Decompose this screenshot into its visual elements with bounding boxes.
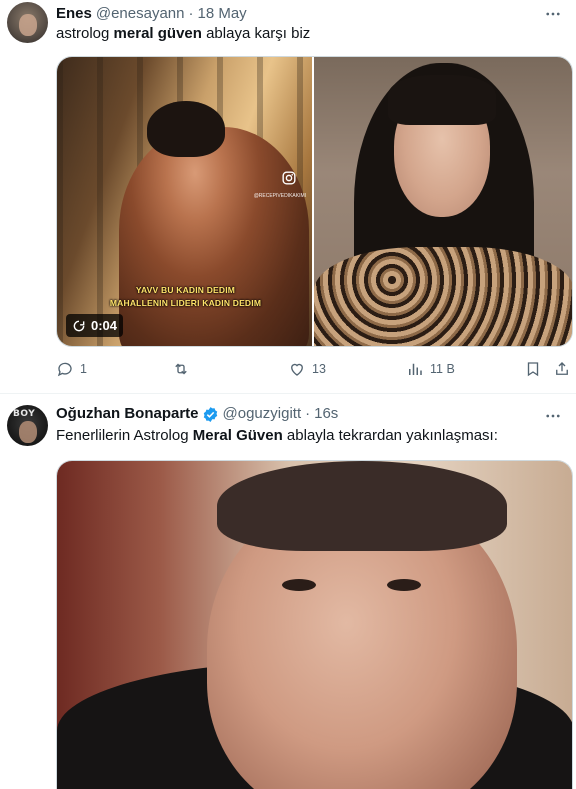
- person-hair: [147, 101, 225, 157]
- like-button[interactable]: 13: [288, 358, 326, 380]
- separator-dot: ·: [188, 5, 194, 22]
- avatar[interactable]: BOY: [7, 405, 48, 446]
- photo-woman[interactable]: [314, 57, 572, 346]
- tweet-text: astrolog meral güven ablaya karşı biz: [56, 24, 310, 44]
- more-horizontal-icon: [546, 12, 560, 16]
- share-icon: [556, 362, 568, 375]
- retweet-button[interactable]: [172, 358, 196, 380]
- timestamp[interactable]: 18 May: [197, 5, 246, 23]
- retweet-icon: [175, 363, 187, 375]
- views-chart-icon: [409, 363, 422, 375]
- person-figure: [119, 127, 309, 346]
- avatar-face: [19, 421, 37, 443]
- separator-dot: ·: [305, 405, 311, 422]
- woman-bangs: [388, 75, 497, 125]
- video-duration: 0:04: [91, 318, 118, 333]
- man-eye: [387, 579, 421, 591]
- like-count: 13: [312, 362, 326, 376]
- display-name[interactable]: Enes: [56, 5, 92, 23]
- tweet-text-part: astrolog: [56, 25, 114, 42]
- photo-man[interactable]: [57, 461, 572, 789]
- heart-icon: [291, 363, 303, 376]
- bookmark-icon: [527, 362, 539, 377]
- tweet-text-part: ablayla tekrardan yakınlaşması:: [282, 427, 498, 444]
- avatar-face: [19, 14, 37, 36]
- instagram-icon: [282, 171, 296, 185]
- reply-count: 1: [80, 362, 87, 376]
- tweet-media[interactable]: @RECEPIVEDIKAKIMI YAVV BU KADIN DEDIM MA…: [56, 56, 573, 347]
- avatar-text: BOY: [13, 409, 36, 419]
- tweet-header: Oğuzhan Bonaparte @oguzyigitt · 16s: [56, 405, 338, 423]
- tweet[interactable]: Enes @enesayann · 18 May astrolog meral …: [0, 0, 576, 394]
- tweet-media[interactable]: [56, 460, 573, 789]
- tweet-header: Enes @enesayann · 18 May: [56, 5, 247, 23]
- user-handle[interactable]: @enesayann: [96, 5, 185, 23]
- tweet-text-bold: meral güven: [113, 25, 202, 42]
- timestamp[interactable]: 16s: [314, 405, 338, 423]
- video-caption-line2: MAHALLENIN LIDERI KADIN DEDIM: [109, 298, 262, 308]
- tweet[interactable]: BOY Oğuzhan Bonaparte @oguzyigitt · 16s …: [0, 395, 576, 789]
- views-button[interactable]: 11 B: [406, 358, 455, 380]
- tweet-text-part: ablaya karşı biz: [201, 25, 311, 42]
- video-thumbnail[interactable]: @RECEPIVEDIKAKIMI YAVV BU KADIN DEDIM MA…: [57, 57, 313, 346]
- tweet-text-bold: Meral Güven: [192, 427, 283, 444]
- user-handle[interactable]: @oguzyigitt: [223, 405, 302, 423]
- tweet-text-part: Fenerlilerin Astrolog: [56, 427, 193, 444]
- video-caption-line1: YAVV BU KADIN DEDIM: [135, 285, 236, 295]
- man-eye: [282, 579, 316, 591]
- more-options-button[interactable]: [544, 407, 562, 425]
- more-horizontal-icon: [546, 414, 560, 418]
- video-watermark: @RECEPIVEDIKAKIMI: [253, 193, 307, 199]
- man-hair: [217, 461, 507, 551]
- avatar[interactable]: [7, 2, 48, 43]
- reply-icon: [57, 362, 72, 377]
- reply-button[interactable]: 1: [56, 358, 87, 380]
- video-duration-badge[interactable]: 0:04: [66, 314, 124, 337]
- tweet-text: Fenerlilerin Astrolog Meral Güven ablayl…: [56, 426, 498, 446]
- display-name[interactable]: Oğuzhan Bonaparte: [56, 405, 199, 423]
- woman-leopard-top: [314, 247, 572, 346]
- verified-badge-icon: [203, 406, 217, 422]
- more-options-button[interactable]: [544, 5, 562, 23]
- tweet-actions: 1 13 11 B: [56, 358, 573, 380]
- share-button[interactable]: [553, 358, 571, 380]
- replay-icon: [73, 320, 85, 331]
- view-count: 11 B: [430, 362, 455, 376]
- bookmark-button[interactable]: [524, 358, 542, 380]
